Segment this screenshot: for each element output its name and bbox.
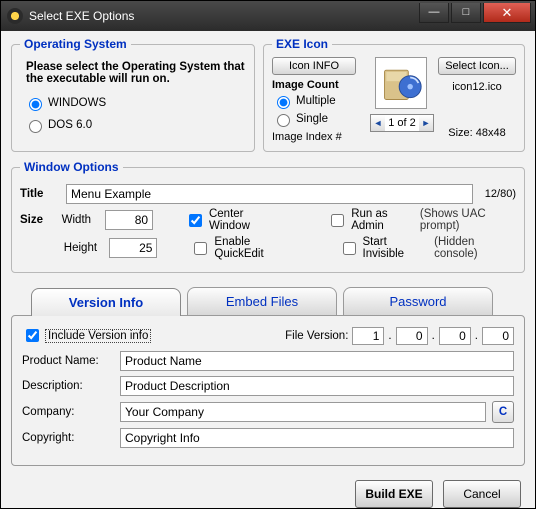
size-label: Size (20, 214, 54, 226)
file-version-label: File Version: (285, 330, 348, 342)
tab-panel-version: Include Version info File Version: . . .… (11, 315, 525, 466)
run-as-admin-checkbox[interactable]: Run as Admin (327, 208, 412, 232)
index-next-button[interactable]: ► (419, 115, 433, 131)
image-count-label: Image Count (272, 79, 364, 91)
os-group: Operating System Please select the Opera… (11, 37, 255, 152)
file-version-2[interactable] (396, 327, 428, 345)
os-legend: Operating System (20, 37, 131, 51)
os-label-windows: WINDOWS (48, 97, 106, 109)
minimize-button[interactable]: — (419, 3, 449, 23)
start-invisible-checkbox[interactable]: Start Invisible (339, 236, 427, 260)
width-input[interactable] (105, 210, 153, 230)
image-index-label: Image Index # (272, 131, 342, 143)
icon-filename: icon12.ico (438, 81, 516, 93)
company-helper-button[interactable]: C (492, 401, 514, 423)
tab-embed-files[interactable]: Embed Files (187, 287, 337, 315)
copyright-input[interactable] (120, 428, 514, 448)
exe-legend: EXE Icon (272, 37, 332, 51)
company-label: Company: (22, 406, 114, 418)
icon-info-button[interactable]: Icon INFO (272, 57, 356, 75)
tabs: Version Info Embed Files Password Includ… (11, 287, 525, 466)
count-radio-single[interactable] (277, 114, 290, 127)
select-icon-button[interactable]: Select Icon... (438, 57, 516, 75)
icon-size: Size: 48x48 (438, 127, 516, 139)
exe-icon-group: EXE Icon Icon INFO Image Count Multiple … (263, 37, 525, 152)
count-label-single: Single (296, 113, 328, 125)
include-version-checkbox[interactable] (26, 329, 39, 342)
window-title: Select EXE Options (29, 9, 417, 23)
window-buttons: — □ ✕ (417, 3, 531, 23)
client-area: Operating System Please select the Opera… (1, 31, 535, 508)
product-name-input[interactable] (120, 351, 514, 371)
run-as-admin-hint: (Shows UAC prompt) (420, 208, 516, 232)
start-invisible-hint: (Hidden console) (434, 236, 516, 260)
include-version-label: Include Version info (45, 329, 151, 343)
app-icon (7, 8, 23, 24)
count-label-multiple: Multiple (296, 95, 336, 107)
count-radio-multiple[interactable] (277, 96, 290, 109)
width-label: Width (62, 214, 97, 226)
title-input[interactable] (66, 184, 473, 204)
description-input[interactable] (120, 376, 514, 396)
enable-quickedit-checkbox[interactable]: Enable QuickEdit (190, 236, 296, 260)
center-window-checkbox[interactable]: Center Window (185, 208, 276, 232)
window-options-group: Window Options Title 12/80) Size Width C… (11, 160, 525, 273)
dialog-window: Select EXE Options — □ ✕ Operating Syste… (0, 0, 536, 509)
tab-password[interactable]: Password (343, 287, 493, 315)
build-exe-button[interactable]: Build EXE (355, 480, 433, 508)
height-label: Height (64, 242, 102, 254)
os-radio-dos[interactable] (29, 120, 42, 133)
icon-preview (375, 57, 427, 109)
os-label-dos: DOS 6.0 (48, 119, 92, 131)
product-name-label: Product Name: (22, 355, 114, 367)
file-version-3[interactable] (439, 327, 471, 345)
close-button[interactable]: ✕ (483, 3, 531, 23)
package-icon (379, 61, 423, 105)
index-prev-button[interactable]: ◄ (371, 115, 385, 131)
index-value: 1 of 2 (385, 117, 419, 129)
tab-version-info[interactable]: Version Info (31, 288, 181, 316)
image-index-spinner[interactable]: ◄ 1 of 2 ► (370, 114, 434, 132)
titlebar: Select EXE Options — □ ✕ (1, 1, 535, 31)
description-label: Description: (22, 380, 114, 392)
file-version-4[interactable] (482, 327, 514, 345)
os-prompt: Please select the Operating System that … (26, 61, 246, 85)
maximize-button[interactable]: □ (451, 3, 481, 23)
title-label: Title (20, 188, 58, 200)
file-version-1[interactable] (352, 327, 384, 345)
os-radio-windows[interactable] (29, 98, 42, 111)
os-option-dos[interactable]: DOS 6.0 (24, 117, 246, 133)
footer: Build EXE Cancel (11, 480, 525, 508)
cancel-button[interactable]: Cancel (443, 480, 521, 508)
copyright-label: Copyright: (22, 432, 114, 444)
os-option-windows[interactable]: WINDOWS (24, 95, 246, 111)
count-single[interactable]: Single (272, 111, 364, 127)
count-multiple[interactable]: Multiple (272, 93, 364, 109)
title-counter: 12/80) (485, 188, 516, 200)
wopts-legend: Window Options (20, 160, 123, 174)
company-input[interactable] (120, 402, 486, 422)
height-input[interactable] (109, 238, 157, 258)
